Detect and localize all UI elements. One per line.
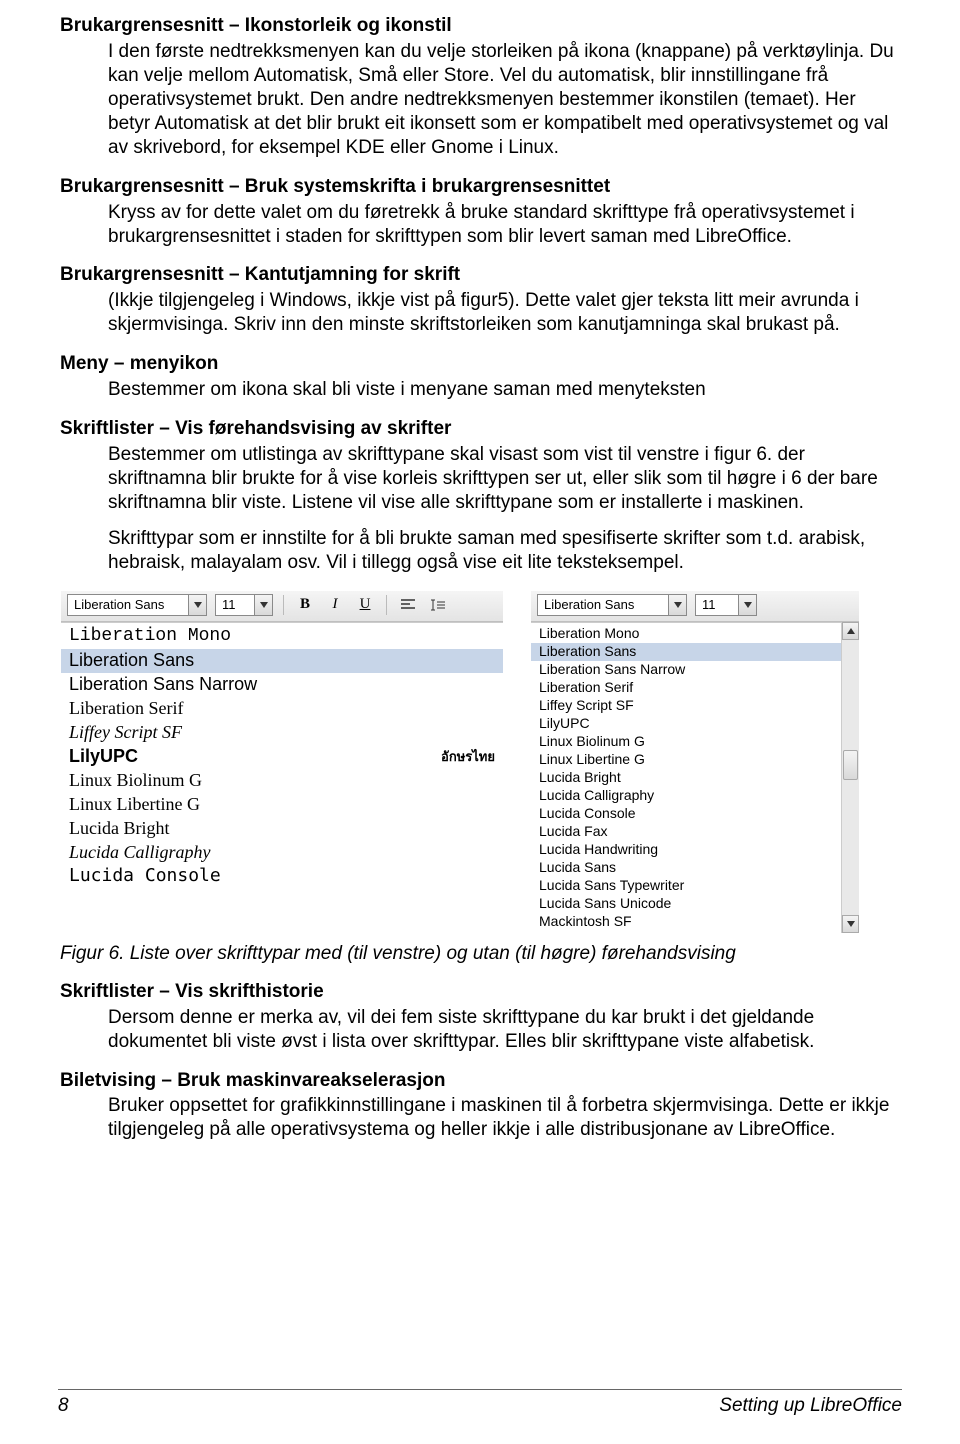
font-size-combo[interactable]: 11 [215,594,273,616]
font-list-preview[interactable]: Liberation MonoLiberation SansLiberation… [61,622,503,891]
font-list-item[interactable]: Liberation Serif [61,697,503,721]
underline-button[interactable]: U [354,595,376,615]
font-list-item[interactable]: Linux Biolinum G [61,769,503,793]
section-systemskrift: Brukargrensesnitt – Bruk systemskrifta i… [60,175,902,249]
font-name: Liberation Mono [69,625,231,648]
font-list-item[interactable]: Liberation Mono [61,625,503,649]
heading: Brukargrensesnitt – Bruk systemskrifta i… [60,175,902,199]
font-list-plain[interactable]: Liberation MonoLiberation SansLiberation… [531,622,841,933]
font-preview-panel: Liberation Sans 11 B I U Liberation Mono… [60,590,504,892]
font-size-value: 11 [696,597,738,613]
font-name: Linux Libertine G [69,793,200,816]
font-list-item[interactable]: Liberation Mono [531,625,841,643]
chevron-down-icon[interactable] [738,595,756,615]
font-list-item[interactable]: LilyUPC [531,715,841,733]
scroll-up-icon[interactable] [842,622,859,640]
font-list-item[interactable]: Lucida Bright [531,769,841,787]
font-name-combo[interactable]: Liberation Sans [67,594,207,616]
body: Dersom denne er merka av, vil dei fem si… [108,1006,902,1054]
font-list-item[interactable]: Liffey Script SF [61,721,503,745]
body: Bestemmer om utlistinga av skrifttypane … [108,443,902,575]
font-name: LilyUPC [69,745,138,768]
scrollbar[interactable] [841,622,859,933]
page-footer: 8 Setting up LibreOffice [58,1389,902,1418]
font-name: Linux Biolinum G [69,769,202,792]
font-list-item[interactable]: Mackintosh SF [531,913,841,931]
font-list-item[interactable]: Linux Libertine G [61,793,503,817]
section-ikon: Brukargrensesnitt – Ikonstorleik og ikon… [60,14,902,160]
body: I den første nedtrekksmenyen kan du velj… [108,40,902,160]
font-list-item[interactable]: Lucida Console [61,865,503,889]
font-list-item[interactable]: Liberation Sans Narrow [61,673,503,697]
font-list-item[interactable]: Linux Libertine G [531,751,841,769]
font-name-value: Liberation Sans [538,597,668,613]
align-icon[interactable] [397,595,419,615]
heading: Biletvising – Bruk maskinvareakselerasjo… [60,1069,902,1093]
figure-caption: Figur 6. Liste over skrifttypar med (til… [60,942,902,966]
font-list-item[interactable]: Lucida Sans Typewriter [531,877,841,895]
font-list-item[interactable]: Liffey Script SF [531,697,841,715]
font-list-item[interactable]: Lucida Bright [61,817,503,841]
font-name-combo[interactable]: Liberation Sans [537,594,687,616]
font-list-item[interactable]: Lucida Sans [531,859,841,877]
scroll-track[interactable] [842,640,859,915]
font-name: Lucida Console [69,865,221,888]
toolbar: Liberation Sans 11 B I U [61,591,503,622]
body: Bestemmer om ikona skal bli viste i meny… [108,378,902,402]
chevron-down-icon[interactable] [188,595,206,615]
font-name: Liffey Script SF [69,721,182,744]
font-plain-panel: Liberation Sans 11 Liberation MonoLibera… [530,590,860,934]
italic-button[interactable]: I [324,595,346,615]
font-list-item[interactable]: Lucida Console [531,805,841,823]
section-kantutjamning: Brukargrensesnitt – Kantutjamning for sk… [60,263,902,337]
font-list-wrap: Liberation MonoLiberation SansLiberation… [531,622,859,933]
heading: Brukargrensesnitt – Kantutjamning for sk… [60,263,902,287]
chevron-down-icon[interactable] [668,595,686,615]
font-list-item[interactable]: Lucida Calligraphy [531,787,841,805]
heading: Brukargrensesnitt – Ikonstorleik og ikon… [60,14,902,38]
toolbar: Liberation Sans 11 [531,591,859,622]
font-list-item[interactable]: Liberation Sans [531,643,841,661]
heading: Meny – menyikon [60,352,902,376]
body: (Ikkje tilgjengeleg i Windows, ikkje vis… [108,289,902,337]
font-list-item[interactable]: Lucida Handwriting [531,841,841,859]
font-name: Liberation Sans Narrow [69,673,257,696]
section-meny: Meny – menyikon Bestemmer om ikona skal … [60,352,902,402]
figure-6: Liberation Sans 11 B I U Liberation Mono… [60,590,902,934]
spacing-icon[interactable] [427,595,449,615]
chevron-down-icon[interactable] [254,595,272,615]
section-skrifthistorie: Skriftlister – Vis skrifthistorie Dersom… [60,980,902,1054]
font-name-value: Liberation Sans [68,597,188,613]
section-skriftlister: Skriftlister – Vis førehandsvising av sk… [60,417,902,575]
font-size-value: 11 [216,597,254,613]
font-list-item[interactable]: Lucida Sans Unicode [531,895,841,913]
font-list-item[interactable]: Liberation Serif [531,679,841,697]
footer-title: Setting up LibreOffice [719,1394,902,1418]
body: Kryss av for dette valet om du føretrekk… [108,201,902,249]
separator [283,595,284,615]
font-name: Lucida Calligraphy [69,841,211,864]
heading: Skriftlister – Vis skrifthistorie [60,980,902,1004]
font-list-item[interactable]: LilyUPC อักษรไทย [61,745,503,769]
body: Bruker oppsettet for grafikkinnstillinga… [108,1094,902,1142]
font-name: Liberation Sans [69,649,194,672]
font-sample: อักษรไทย [441,749,495,765]
font-list-item[interactable]: Lucida Calligraphy [61,841,503,865]
heading: Skriftlister – Vis førehandsvising av sk… [60,417,902,441]
scroll-down-icon[interactable] [842,915,859,933]
font-name: Liberation Serif [69,697,183,720]
bold-button[interactable]: B [294,595,316,615]
font-list-item[interactable]: Linux Biolinum G [531,733,841,751]
font-list-item[interactable]: Lucida Fax [531,823,841,841]
font-name: Lucida Bright [69,817,169,840]
font-list-item[interactable]: Liberation Sans Narrow [531,661,841,679]
document-page: Brukargrensesnitt – Ikonstorleik og ikon… [0,0,960,1142]
font-list-item[interactable]: Liberation Sans [61,649,503,673]
page-number: 8 [58,1394,69,1418]
scroll-thumb[interactable] [843,750,858,780]
section-biletvising: Biletvising – Bruk maskinvareakselerasjo… [60,1069,902,1143]
separator [386,595,387,615]
font-size-combo[interactable]: 11 [695,594,757,616]
